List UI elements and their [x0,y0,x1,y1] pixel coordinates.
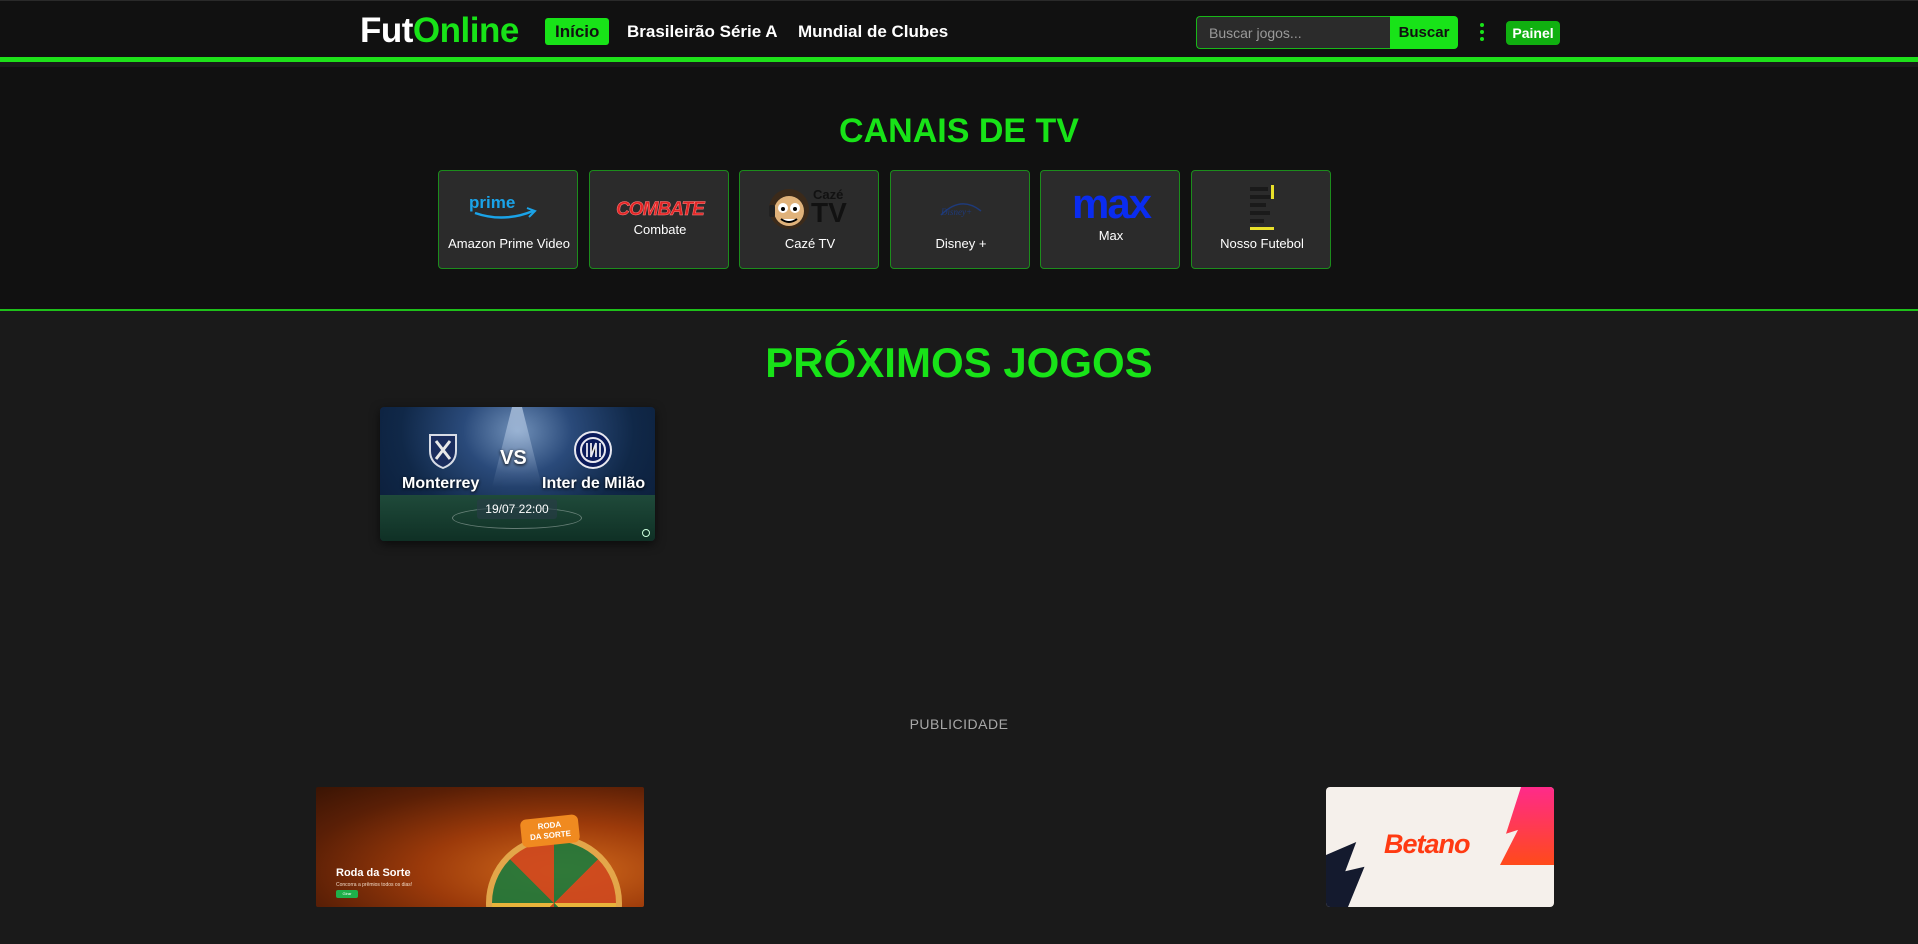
top-navbar: FutOnline Início Brasileirão Série A Mun… [0,0,1918,62]
logo-part-online: Online [412,11,519,50]
painel-button[interactable]: Painel [1506,21,1560,45]
watermark-icon [642,529,650,537]
tv-channels-section: CANAIS DE TV prime Amazon Prime Video CO… [0,67,1918,311]
versus-label: VS [500,447,527,469]
ad-banner-betano[interactable]: Betano [1326,787,1554,907]
bolt-shape-right [1500,787,1554,865]
kebab-menu-icon[interactable] [1476,20,1488,44]
nav-item-brasileirao[interactable]: Brasileirão Série A [627,18,778,45]
channel-card-caze-tv[interactable]: Cazé TV Cazé TV [739,170,879,269]
channel-card-amazon-prime[interactable]: prime Amazon Prime Video [438,170,578,269]
channel-card-nosso-futebol[interactable]: Nosso Futebol [1191,170,1331,269]
max-logo: max [1041,183,1181,225]
bolt-shape-left [1326,842,1365,907]
ad-subtitle: Concorra a prêmios todos os dias! [336,882,413,888]
upcoming-games-title: PRÓXIMOS JOGOS [765,339,1153,386]
betano-logo: Betano [1384,829,1471,859]
channel-name: Nosso Futebol [1220,236,1304,251]
search-input[interactable] [1196,16,1390,49]
site-logo[interactable]: FutOnline [360,11,519,51]
caze-mascot-icon [769,189,809,229]
channel-card-max[interactable]: max Max [1040,170,1180,269]
channel-name: Disney + [935,236,987,251]
caze-tv-logo: Cazé TV [740,187,880,231]
away-team-name: Inter de Milão [542,475,646,492]
disney-plus-logo: Disney+ [891,197,1031,225]
home-team-name: Monterrey [402,475,480,492]
ad-banner-roda-da-sorte[interactable]: RODA DA SORTE Roda da Sorte Concorra a p… [316,787,644,907]
channel-card-combate[interactable]: COMBATE Combate [589,170,729,269]
channel-name: Amazon Prime Video [448,236,570,251]
advertising-label: PUBLICIDADE [909,716,1009,732]
prize-wheel-image [486,835,622,907]
ad-cta-button[interactable]: Girar [336,890,358,898]
combate-logo-text: COMBATE [616,199,705,221]
ad-title: Roda da Sorte [336,867,411,879]
caze-logo-bottom: TV [811,197,847,228]
monterrey-crest-icon [424,431,462,469]
channel-name: Max [1098,228,1124,243]
nav-item-inicio[interactable]: Início [545,18,610,45]
match-datetime: 19/07 22:00 [477,499,557,519]
channel-name: Combate [633,222,687,237]
disney-logo-text: Disney+ [941,207,973,217]
nosso-futebol-logo [1192,185,1332,231]
amazon-prime-logo: prime [439,193,579,223]
max-logo-text: max [1071,180,1152,227]
roda-da-sorte-badge-line2: DA SORTE [529,828,572,843]
logo-part-fut: Fut [360,11,413,50]
tv-channels-title: CANAIS DE TV [839,112,1079,150]
channel-name: Cazé TV [784,236,836,251]
match-card[interactable]: VS Monterrey Inter de Milão 19/07 22:00 [380,407,655,541]
nav-item-mundial[interactable]: Mundial de Clubes [798,18,948,45]
search-button[interactable]: Buscar [1390,16,1458,49]
combate-logo: COMBATE [590,199,730,221]
channel-card-disney-plus[interactable]: Disney+ Disney + [890,170,1030,269]
inter-milan-crest-icon [574,431,612,469]
